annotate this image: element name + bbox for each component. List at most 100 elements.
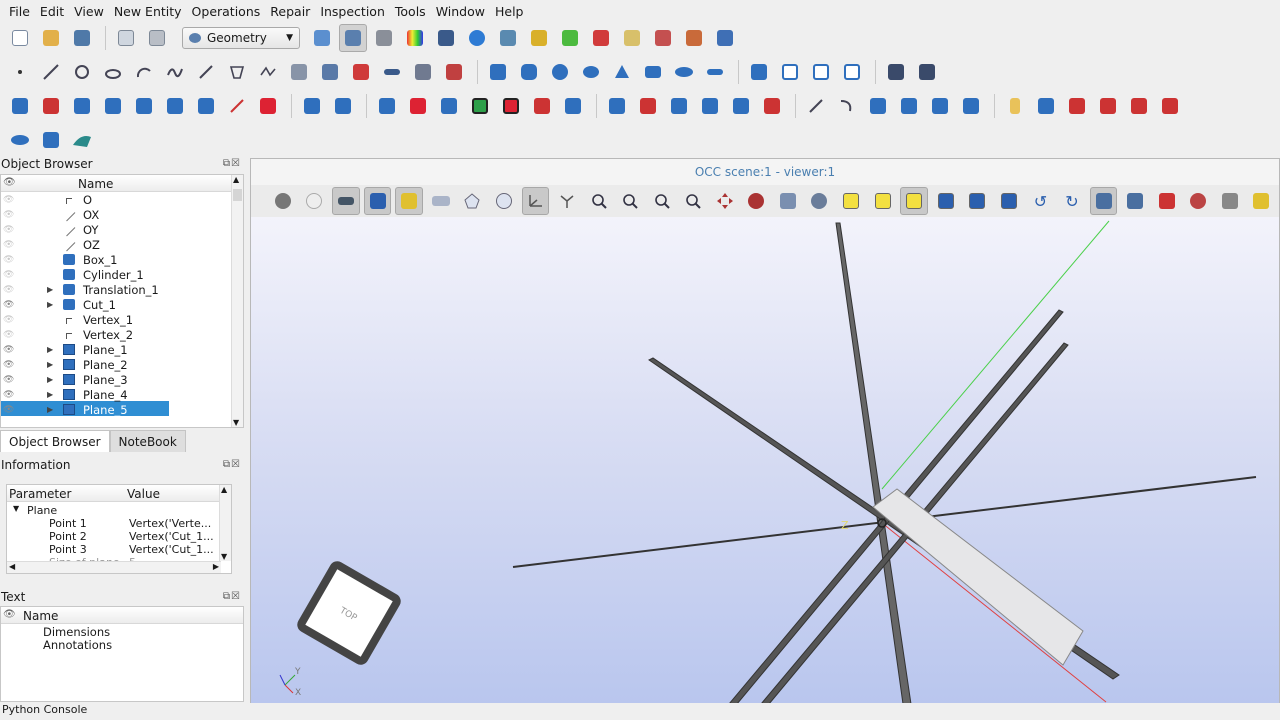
globe-icon[interactable] bbox=[463, 24, 491, 52]
mirror-icon[interactable] bbox=[373, 92, 401, 120]
scroll-up-icon[interactable]: ▲ bbox=[221, 485, 227, 494]
tree-item[interactable]: 👁 OX bbox=[1, 207, 231, 222]
eye-icon[interactable]: 👁 bbox=[3, 330, 17, 340]
save-icon[interactable] bbox=[68, 24, 96, 52]
expand-arrow-icon[interactable]: ▶ bbox=[47, 390, 53, 399]
suppress-holes-icon[interactable] bbox=[1063, 92, 1091, 120]
dock-buttons[interactable]: ⧉☒ bbox=[223, 459, 241, 470]
expand-arrow-icon[interactable]: ▶ bbox=[47, 345, 53, 354]
salome-desktop-icon[interactable] bbox=[308, 24, 336, 52]
screenshot-icon[interactable] bbox=[913, 58, 941, 86]
scroll-icon[interactable] bbox=[618, 24, 646, 52]
eye-icon[interactable]: 👁 bbox=[3, 225, 17, 235]
face-tool-icon[interactable] bbox=[316, 58, 344, 86]
eye-icon[interactable]: 👁 bbox=[3, 240, 17, 250]
paste-icon[interactable] bbox=[143, 24, 171, 52]
axes-icon[interactable] bbox=[553, 187, 581, 215]
collapse-arrow-icon[interactable]: ▼ bbox=[13, 504, 19, 513]
arc-tool-icon[interactable] bbox=[130, 58, 158, 86]
tab-object-browser[interactable]: Object Browser bbox=[0, 430, 110, 452]
scale-icon[interactable] bbox=[404, 92, 432, 120]
point-tool-icon[interactable] bbox=[6, 58, 34, 86]
glue-icon[interactable] bbox=[99, 92, 127, 120]
menu-repair[interactable]: Repair bbox=[265, 4, 315, 19]
interaction-style-icon[interactable] bbox=[332, 187, 360, 215]
rectangle-select-icon[interactable] bbox=[427, 187, 455, 215]
solid-icon[interactable] bbox=[926, 92, 954, 120]
view-cube[interactable]: TOP bbox=[294, 558, 403, 667]
info-row[interactable]: Plane ▼ bbox=[7, 504, 221, 517]
info-row[interactable]: Point 1 Vertex('Verte... bbox=[7, 517, 221, 530]
fit-all-icon[interactable] bbox=[585, 187, 613, 215]
eye-icon[interactable]: 👁 bbox=[3, 300, 17, 310]
text-item-dimensions[interactable]: Dimensions bbox=[43, 625, 110, 639]
stereo-icon[interactable] bbox=[1121, 187, 1149, 215]
projection-mode-icon[interactable] bbox=[1089, 187, 1118, 215]
suppress-faces-icon[interactable] bbox=[1001, 92, 1029, 120]
sewing-repair-icon[interactable] bbox=[1094, 92, 1122, 120]
projection-icon[interactable] bbox=[466, 92, 494, 120]
disk-shape-icon[interactable] bbox=[6, 126, 34, 154]
expand-arrow-icon[interactable]: ▶ bbox=[47, 285, 53, 294]
fit-area-icon[interactable] bbox=[616, 187, 644, 215]
clipping-icon[interactable] bbox=[1153, 187, 1181, 215]
trihedron-icon[interactable] bbox=[521, 187, 550, 215]
left-view-icon[interactable] bbox=[964, 187, 992, 215]
glue-faces-icon[interactable] bbox=[1125, 92, 1153, 120]
global-pan-icon[interactable] bbox=[743, 187, 771, 215]
right-view-icon[interactable] bbox=[995, 187, 1023, 215]
polyline-tool-icon[interactable] bbox=[254, 58, 282, 86]
rainbow-icon[interactable] bbox=[401, 24, 429, 52]
scroll-down-icon[interactable]: ▼ bbox=[221, 552, 227, 561]
expand-arrow-icon[interactable]: ▶ bbox=[47, 360, 53, 369]
dump-view-icon[interactable] bbox=[269, 187, 297, 215]
fillet-2d-icon[interactable] bbox=[665, 92, 693, 120]
wire-icon[interactable] bbox=[833, 92, 861, 120]
ellipse-tool-icon[interactable] bbox=[99, 58, 127, 86]
scene-canvas[interactable]: Z TOP Y X bbox=[251, 217, 1279, 704]
marker-tool-icon[interactable] bbox=[440, 58, 468, 86]
text-item-annotations[interactable]: Annotations bbox=[43, 638, 112, 652]
red-tool-icon[interactable] bbox=[587, 24, 615, 52]
eye-icon[interactable]: 👁 bbox=[3, 255, 17, 265]
back-view-icon[interactable] bbox=[869, 187, 897, 215]
cylinder-primitive-icon[interactable] bbox=[515, 58, 543, 86]
filling-icon[interactable] bbox=[758, 92, 786, 120]
tree-item[interactable]: 👁 ▶ Cut_1 bbox=[1, 297, 231, 312]
box-primitive-icon[interactable] bbox=[484, 58, 512, 86]
tree-item[interactable]: 👁 ▶ Plane_5 bbox=[1, 402, 231, 417]
eye-icon[interactable]: 👁 bbox=[3, 270, 17, 280]
remove-webs-icon[interactable] bbox=[1156, 92, 1184, 120]
menu-operations[interactable]: Operations bbox=[187, 4, 266, 19]
highlight-mode-icon[interactable] bbox=[395, 187, 423, 215]
restore-path-icon[interactable] bbox=[68, 92, 96, 120]
tree-item[interactable]: 👁 OZ bbox=[1, 237, 231, 252]
sewing-icon[interactable] bbox=[161, 92, 189, 120]
expand-arrow-icon[interactable]: ▶ bbox=[47, 300, 53, 309]
eye-icon[interactable]: 👁 bbox=[3, 375, 17, 385]
fillet-icon[interactable] bbox=[192, 92, 220, 120]
menu-tools[interactable]: Tools bbox=[390, 4, 431, 19]
menu-new-entity[interactable]: New Entity bbox=[109, 4, 187, 19]
rotation-icon[interactable] bbox=[329, 92, 357, 120]
tree-scrollbar[interactable]: ▲ ▼ bbox=[231, 175, 243, 427]
new-file-icon[interactable] bbox=[6, 24, 34, 52]
offset-icon[interactable] bbox=[435, 92, 463, 120]
selection-mode-icon[interactable] bbox=[363, 187, 392, 215]
bars-icon[interactable] bbox=[711, 24, 739, 52]
network-icon[interactable] bbox=[494, 24, 522, 52]
info-hscrollbar[interactable]: ◀ ▶ bbox=[7, 561, 221, 573]
menu-help[interactable]: Help bbox=[490, 4, 529, 19]
rotation-point-icon[interactable] bbox=[301, 187, 329, 215]
plane-tool-icon[interactable] bbox=[223, 58, 251, 86]
menu-inspection[interactable]: Inspection bbox=[315, 4, 390, 19]
cone-primitive-icon[interactable] bbox=[608, 58, 636, 86]
cube-green-icon[interactable] bbox=[556, 24, 584, 52]
face-icon[interactable] bbox=[864, 92, 892, 120]
circle-tool-icon[interactable] bbox=[68, 58, 96, 86]
rotate-clockwise-icon[interactable]: ↻ bbox=[1058, 187, 1086, 215]
rotate-icon[interactable] bbox=[774, 187, 802, 215]
dock-buttons[interactable]: ⧉☒ bbox=[223, 158, 241, 169]
tree-item[interactable]: 👁 ▶ Plane_3 bbox=[1, 372, 231, 387]
split-tool-icon[interactable] bbox=[649, 24, 677, 52]
